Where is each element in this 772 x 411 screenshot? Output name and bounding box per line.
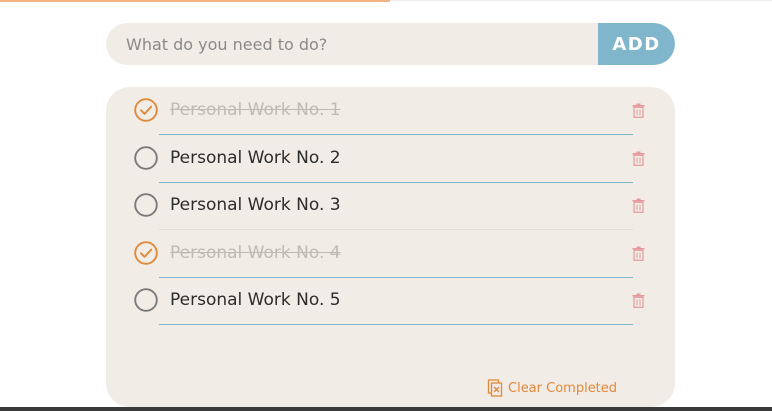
task-divider (159, 324, 633, 325)
empty-circle-icon[interactable] (134, 145, 158, 170)
check-circle-icon[interactable] (134, 240, 158, 265)
task-list-panel: Personal Work No. 1 Personal Work No. 2 Pe… (106, 87, 675, 407)
new-task-input[interactable] (106, 23, 598, 65)
bottom-bar (0, 407, 772, 411)
task-label[interactable]: Personal Work No. 3 (170, 194, 341, 216)
new-task-form: ADD (106, 23, 675, 65)
check-circle-icon[interactable] (134, 98, 158, 122)
trash-icon[interactable] (632, 198, 645, 213)
trash-icon[interactable] (632, 293, 645, 308)
task-label[interactable]: Personal Work No. 1 (170, 99, 341, 121)
task-item: Personal Work No. 4 (106, 230, 675, 278)
task-item: Personal Work No. 2 (106, 135, 675, 183)
clear-completed-label: Clear Completed (508, 380, 618, 396)
task-label[interactable]: Personal Work No. 2 (170, 147, 341, 169)
top-accent-bar (0, 0, 390, 2)
clear-completed-button[interactable]: Clear Completed (487, 378, 617, 398)
task-item: Personal Work No. 5 (106, 277, 675, 325)
top-rule (390, 0, 772, 1)
empty-circle-icon[interactable] (134, 193, 158, 217)
task-label[interactable]: Personal Work No. 4 (170, 242, 341, 264)
task-item: Personal Work No. 3 (106, 182, 675, 230)
add-button[interactable]: ADD (598, 23, 675, 65)
task-item: Personal Work No. 1 (106, 87, 675, 135)
task-label[interactable]: Personal Work No. 5 (170, 289, 341, 311)
trash-icon[interactable] (632, 151, 645, 166)
empty-circle-icon[interactable] (134, 288, 158, 312)
trash-icon[interactable] (632, 103, 645, 118)
trash-icon[interactable] (632, 246, 645, 261)
clear-document-icon (487, 379, 503, 397)
